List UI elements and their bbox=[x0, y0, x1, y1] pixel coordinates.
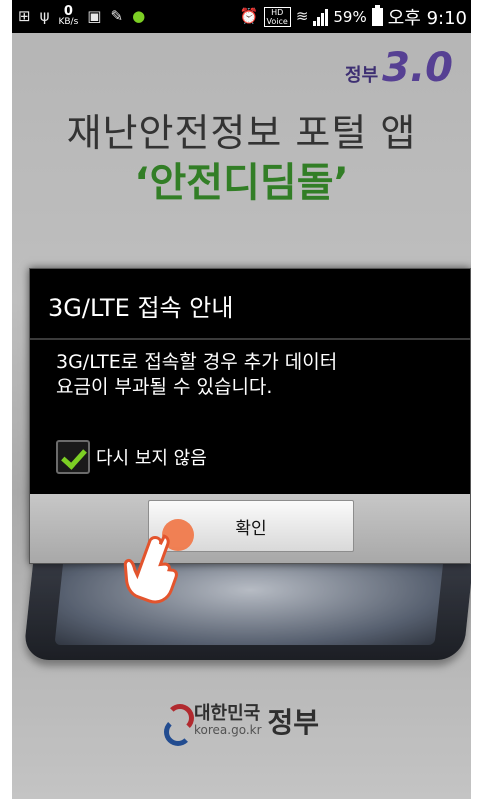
voice-label: Voice bbox=[266, 16, 288, 26]
phone-screen: ⊞ ψ 0 KB/s ▣ ✎ ● ⏰ HD Voice ≋ 59% 오후 9:1… bbox=[12, 0, 471, 799]
lte-notice-dialog: 3G/LTE 접속 안내 3G/LTE로 접속할 경우 추가 데이터 요금이 부… bbox=[29, 268, 471, 564]
dialog-title: 3G/LTE 접속 안내 bbox=[48, 294, 234, 322]
dont-show-again-checkbox[interactable]: 다시 보지 않음 bbox=[56, 440, 207, 474]
checkbox-checked-icon[interactable] bbox=[56, 440, 90, 474]
chat-icon: ● bbox=[132, 7, 146, 25]
signal-icon bbox=[313, 8, 329, 26]
plus-icon: ⊞ bbox=[18, 7, 31, 25]
usb-icon: ψ bbox=[39, 7, 50, 25]
notification-icons: ⊞ ψ 0 KB/s ▣ ✎ ● bbox=[12, 5, 146, 27]
status-right: ⏰ HD Voice ≋ 59% 오후 9:10 bbox=[240, 4, 471, 30]
network-speed-unit: KB/s bbox=[58, 17, 79, 27]
battery-percent: 59% bbox=[333, 7, 367, 26]
network-speed: 0 KB/s bbox=[58, 5, 79, 27]
wifi-icon: ≋ bbox=[295, 7, 309, 25]
alarm-icon: ⏰ bbox=[239, 7, 259, 25]
battery-icon bbox=[371, 4, 383, 26]
image-icon: ▣ bbox=[87, 7, 102, 25]
status-bar: ⊞ ψ 0 KB/s ▣ ✎ ● ⏰ HD Voice ≋ 59% 오후 9:1… bbox=[12, 0, 471, 33]
broom-icon: ✎ bbox=[110, 7, 124, 25]
dialog-message: 3G/LTE로 접속할 경우 추가 데이터 요금이 부과될 수 있습니다. bbox=[56, 351, 338, 398]
clock: 오후 9:10 bbox=[387, 7, 467, 29]
hd-voice-icon: HD Voice bbox=[263, 6, 291, 27]
dialog-divider bbox=[30, 338, 470, 340]
dialog-button-bar: 확인 bbox=[30, 494, 470, 563]
checkbox-label: 다시 보지 않음 bbox=[96, 448, 207, 469]
pointing-hand-icon bbox=[123, 534, 178, 604]
hd-label: HD bbox=[271, 7, 284, 17]
